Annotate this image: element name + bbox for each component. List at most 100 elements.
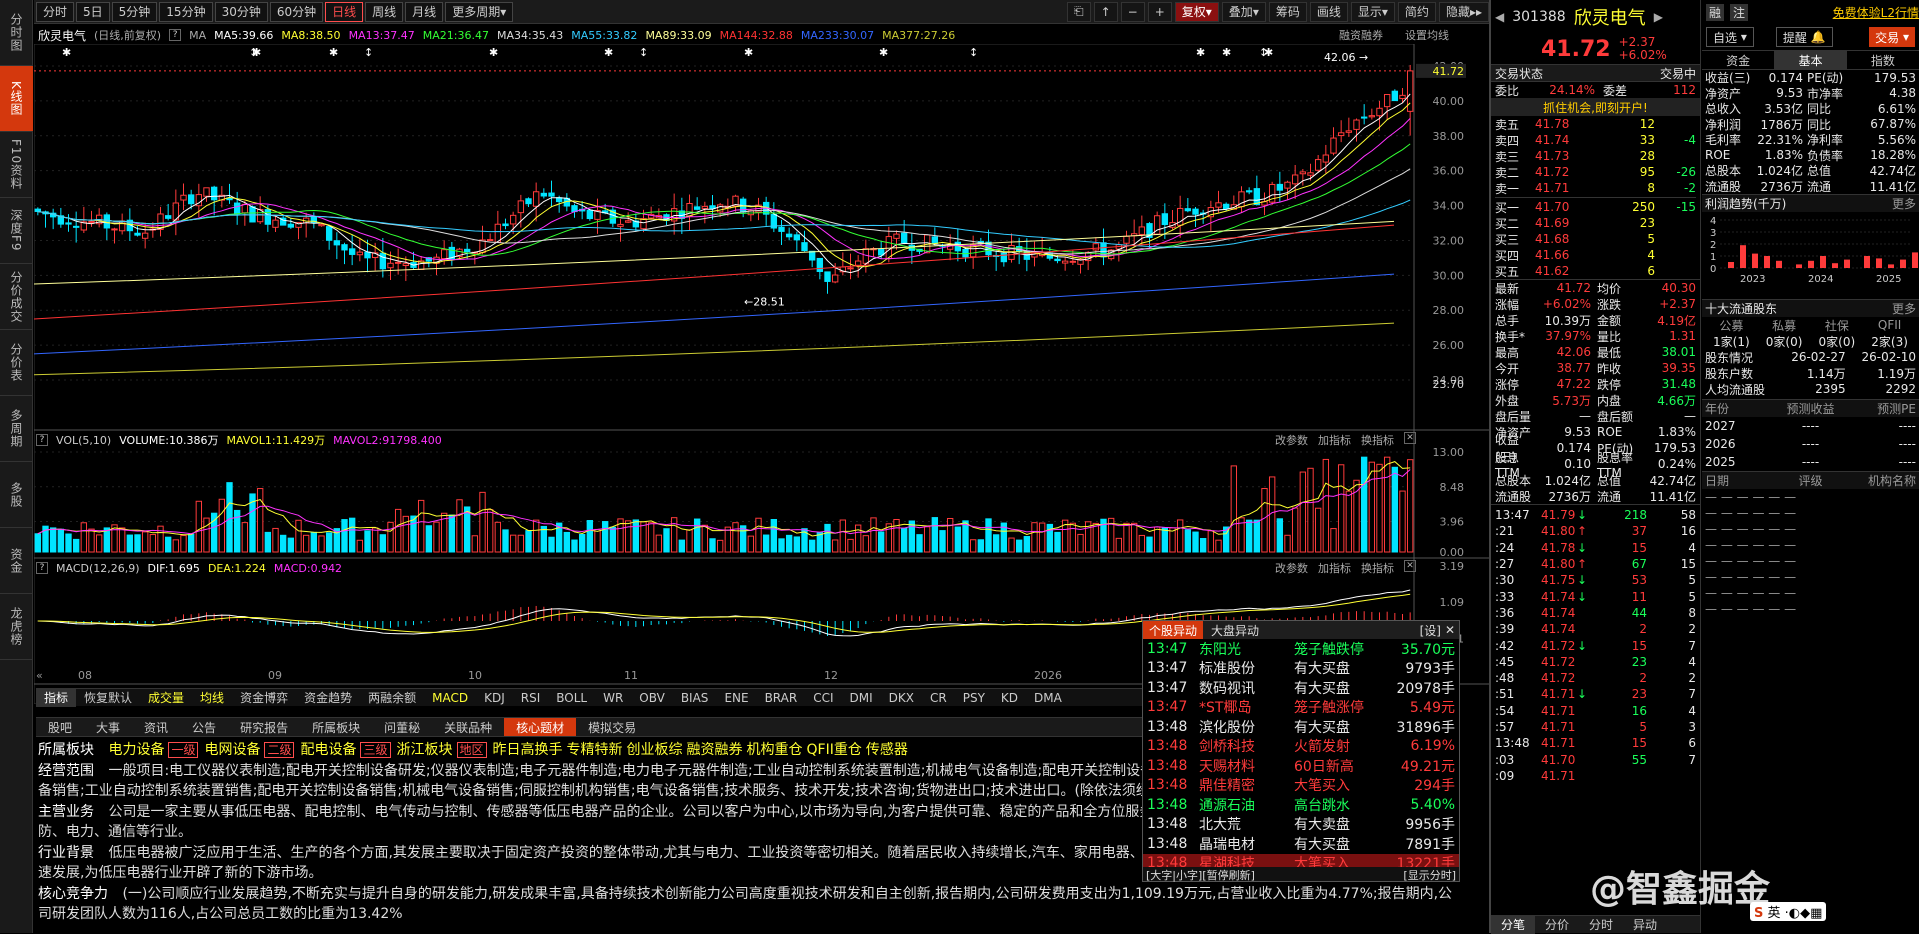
nav-item-6[interactable]: 多周期 bbox=[0, 396, 33, 462]
orderbook-row[interactable]: 买三 41.68 5 bbox=[1495, 231, 1696, 247]
nav-item-3[interactable]: 深度F9 bbox=[0, 198, 33, 264]
tick-tab-3[interactable]: 异动 bbox=[1623, 916, 1667, 934]
orderbook-row[interactable]: 卖一 41.71 8 -2 bbox=[1495, 180, 1696, 196]
ind-tab-5[interactable]: 资金趋势 bbox=[296, 689, 360, 707]
close-icon[interactable]: ✕ bbox=[1445, 623, 1455, 637]
alert-settings-button[interactable]: [设] bbox=[1420, 622, 1441, 639]
sector-9[interactable]: 专精特新 bbox=[567, 742, 623, 758]
tick-tab-2[interactable]: 分时 bbox=[1579, 916, 1623, 934]
sector-1[interactable]: 一级 bbox=[168, 742, 199, 758]
open-account-banner[interactable]: 抓住机会,即刻开户! bbox=[1491, 98, 1700, 116]
orderbook-row[interactable]: 买一 41.70 250 -15 bbox=[1495, 199, 1696, 215]
period-8[interactable]: 月线 bbox=[405, 1, 444, 22]
margin-trading-link[interactable]: 融资融券 bbox=[1339, 27, 1383, 43]
ind-tab-9[interactable]: RSI bbox=[513, 689, 549, 707]
period-5[interactable]: 60分钟 bbox=[269, 1, 324, 22]
orderbook-row[interactable]: 卖三 41.73 28 bbox=[1495, 148, 1696, 164]
nav-item-9[interactable]: 龙虎榜 bbox=[0, 594, 33, 660]
sector-14[interactable]: 传感器 bbox=[866, 742, 908, 758]
close-icon[interactable]: ✕ bbox=[1404, 432, 1416, 444]
orderbook-row[interactable]: 买五 41.62 6 bbox=[1495, 263, 1696, 279]
ind-tab-11[interactable]: WR bbox=[595, 689, 631, 707]
ind-tab-8[interactable]: KDJ bbox=[476, 689, 513, 707]
add-indicator-button[interactable]: 加指标 bbox=[1318, 560, 1351, 576]
sector-4[interactable]: 配电设备 bbox=[300, 742, 356, 758]
font-size-toggle[interactable]: [大字|小字][暂停刷新] bbox=[1146, 867, 1255, 882]
zoom-out-icon[interactable]: − bbox=[1120, 1, 1145, 22]
info-tab-0[interactable]: 股吧 bbox=[36, 718, 84, 736]
l2-link[interactable]: 免费体验L2行情 bbox=[1833, 4, 1919, 21]
period-4[interactable]: 30分钟 bbox=[214, 1, 268, 22]
nav-item-7[interactable]: 多股 bbox=[0, 462, 33, 528]
copy-icon[interactable]: ⎗ bbox=[1066, 1, 1091, 22]
alert-row[interactable]: 13:48 晶瑞电材 有大买盘 7891手 bbox=[1143, 834, 1459, 854]
ind-tab-0[interactable]: 指标 bbox=[36, 688, 77, 707]
tool-6[interactable]: 隐藏 ▸▸ bbox=[1438, 1, 1489, 22]
next-stock-icon[interactable]: ▶ bbox=[1654, 10, 1663, 24]
ind-tab-4[interactable]: 资金博弈 bbox=[232, 689, 296, 707]
sector-3[interactable]: 二级 bbox=[264, 742, 295, 758]
alert-row[interactable]: 13:48 通源石油 高台跳水 5.40% bbox=[1143, 795, 1459, 815]
ind-tab-13[interactable]: BIAS bbox=[673, 689, 717, 707]
up-icon[interactable]: ↑ bbox=[1093, 1, 1118, 22]
tool-4[interactable]: 显示 ▾ bbox=[1350, 1, 1395, 22]
nav-item-5[interactable]: 分价表 bbox=[0, 330, 33, 396]
event-marker[interactable]: ↕ bbox=[969, 46, 978, 59]
ind-tab-21[interactable]: KD bbox=[993, 689, 1026, 707]
sector-2[interactable]: 电网设备 bbox=[204, 742, 260, 758]
orderbook-row[interactable]: 买二 41.69 23 bbox=[1495, 215, 1696, 231]
fund-tab-0[interactable]: 资金 bbox=[1702, 51, 1774, 69]
alert-row[interactable]: 13:48 天赐材料 60日新高 49.21元 bbox=[1143, 756, 1459, 776]
info-tab-5[interactable]: 所属板块 bbox=[300, 718, 372, 736]
event-marker[interactable]: ✱ bbox=[252, 46, 261, 59]
ind-tab-10[interactable]: BOLL bbox=[548, 689, 595, 707]
info-tab-3[interactable]: 公告 bbox=[180, 718, 228, 736]
show-timeshare-button[interactable]: [显示分时] bbox=[1403, 867, 1456, 882]
sector-13[interactable]: QFII重仓 bbox=[807, 742, 862, 758]
ind-tab-16[interactable]: CCI bbox=[805, 689, 841, 707]
alert-row[interactable]: 13:47 东阳光 笼子触跌停 35.70元 bbox=[1143, 639, 1459, 659]
alert-row[interactable]: 13:48 鼎佳精密 大笔买入 294手 bbox=[1143, 776, 1459, 796]
scroll-left-icon[interactable]: « bbox=[36, 669, 43, 682]
event-marker[interactable]: ✱ bbox=[604, 46, 613, 59]
event-marker[interactable]: ✱ bbox=[1264, 46, 1273, 59]
sector-8[interactable]: 昨日高换手 bbox=[493, 742, 563, 758]
orderbook-row[interactable]: 卖二 41.72 95 -26 bbox=[1495, 164, 1696, 180]
sector-0[interactable]: 电力设备 bbox=[108, 742, 164, 758]
alert-row[interactable]: 13:48 滨化股份 有大买盘 31896手 bbox=[1143, 717, 1459, 737]
alert-row[interactable]: 13:47 标准股份 有大买盘 9793手 bbox=[1143, 659, 1459, 679]
info-tab-1[interactable]: 大事 bbox=[84, 718, 132, 736]
nav-item-1[interactable]: K线图 bbox=[0, 66, 33, 132]
ind-tab-18[interactable]: DKX bbox=[881, 689, 922, 707]
kline-chart[interactable]: 42.0040.0038.0036.0034.0032.0030.0028.00… bbox=[34, 44, 1489, 704]
event-marker[interactable]: ↕ bbox=[364, 46, 373, 59]
orderbook-row[interactable]: 买四 41.66 4 bbox=[1495, 247, 1696, 263]
alert-row[interactable]: 13:47 数码视讯 有大买盘 20978手 bbox=[1143, 678, 1459, 698]
info-tab-4[interactable]: 研究报告 bbox=[228, 718, 300, 736]
nav-item-2[interactable]: F10资料 bbox=[0, 132, 33, 198]
event-marker[interactable]: ✱ bbox=[744, 46, 753, 59]
sector-7[interactable]: 地区 bbox=[456, 742, 487, 758]
sector-5[interactable]: 三级 bbox=[360, 742, 391, 758]
period-3[interactable]: 15分钟 bbox=[159, 1, 213, 22]
watchlist-button[interactable]: 自选 ▾ bbox=[1706, 27, 1754, 47]
zoom-in-icon[interactable]: + bbox=[1147, 1, 1172, 22]
ind-tab-3[interactable]: 均线 bbox=[192, 689, 232, 707]
tick-tab-0[interactable]: 分笔 bbox=[1491, 915, 1536, 934]
orderbook-row[interactable]: 卖五 41.78 12 bbox=[1495, 116, 1696, 132]
alert-row[interactable]: 13:48 北大荒 有大卖盘 9956手 bbox=[1143, 815, 1459, 835]
ind-tab-19[interactable]: CR bbox=[922, 689, 955, 707]
trade-button[interactable]: 交易 ▾ bbox=[1869, 27, 1915, 47]
ind-tab-17[interactable]: DMI bbox=[842, 689, 881, 707]
ind-tab-22[interactable]: DMA bbox=[1026, 689, 1070, 707]
event-marker[interactable]: ✱ bbox=[489, 46, 498, 59]
ind-tab-2[interactable]: 成交量 bbox=[140, 689, 192, 707]
alert-button[interactable]: 提醒 🔔 bbox=[1775, 27, 1833, 47]
info-tab-8[interactable]: 核心题材 bbox=[504, 718, 577, 736]
tool-2[interactable]: 筹码 bbox=[1268, 1, 1307, 22]
ind-tab-1[interactable]: 恢复默认 bbox=[76, 689, 140, 707]
sector-12[interactable]: 机构重仓 bbox=[747, 742, 803, 758]
event-marker[interactable]: ✱ bbox=[879, 46, 888, 59]
tick-tab-1[interactable]: 分价 bbox=[1535, 916, 1579, 934]
help-icon[interactable]: ? bbox=[36, 562, 48, 574]
